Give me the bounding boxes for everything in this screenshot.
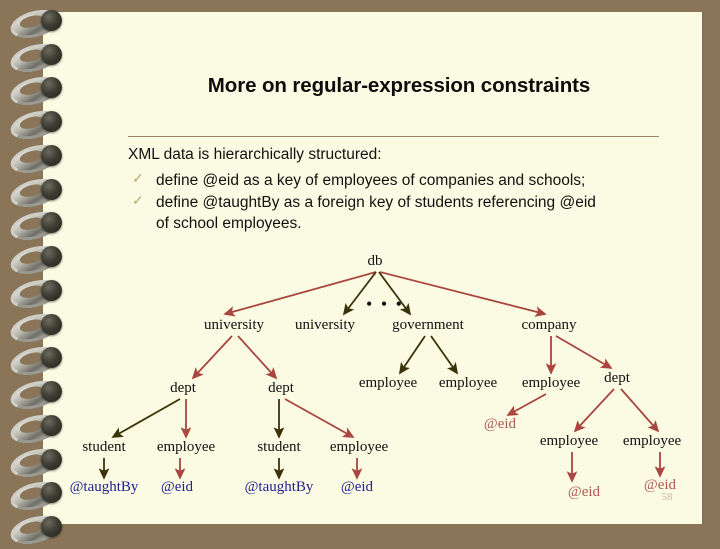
tree-edge-dept3-to-emp_d2: [620, 388, 660, 433]
tree-node-gov: government: [392, 317, 464, 333]
tree-edge-dept1-to-stu1: [111, 398, 181, 438]
tree-edge-dept2-to-emp_u2: [284, 398, 355, 438]
tree-node-emp_g1: employee: [359, 375, 418, 391]
tree-node-emp_u2: employee: [330, 439, 389, 455]
tree-node-eid_u2: @eid: [341, 479, 374, 495]
tree-node-uni2: university: [295, 317, 355, 333]
xml-tree-diagram: db university university government company d…: [70, 253, 682, 503]
tree-node-stu1: student: [82, 439, 126, 455]
tree-node-stu2: student: [257, 439, 301, 455]
tree-node-emp_c1: employee: [522, 375, 581, 391]
tree-edge-db-to-uni1: [223, 271, 377, 317]
tree-node-eid_u1: @eid: [161, 479, 194, 495]
tree-edge-uni1-to-dept1: [191, 335, 233, 380]
tree-node-tb2: @taughtBy: [245, 479, 314, 495]
tree-edge-dept3-to-emp_d1: [573, 388, 615, 433]
tree-edge-uni1-to-dept2: [237, 335, 278, 380]
tree-node-tb1: @taughtBy: [70, 479, 139, 495]
tree-edge-emp_c1-to-eid_gov: [506, 393, 547, 416]
tree-node-dept2: dept: [268, 380, 295, 396]
tree-node-emp_u1: employee: [157, 439, 216, 455]
tree-node-comp: company: [522, 317, 577, 333]
tree-edge-gov-to-emp_g1: [398, 335, 426, 375]
tree-node-emp_d1: employee: [540, 433, 599, 449]
tree-node-eid_gov: @eid: [484, 416, 517, 432]
tree-node-dept1: dept: [170, 380, 197, 396]
tree-edge-gov-to-emp_g2: [430, 335, 459, 375]
tree-node-emp_g2: employee: [439, 375, 498, 391]
tree-node-emp_d2: employee: [623, 433, 682, 449]
tree-edge-comp-to-dept3: [555, 335, 613, 369]
tree-node-dept3: dept: [604, 370, 631, 386]
page-number: 58: [662, 491, 674, 503]
tree-nodes: db university university government company d…: [70, 253, 682, 500]
tree-node-db: db: [368, 253, 383, 269]
tree-node-uni1: university: [204, 317, 264, 333]
tree-node-eid_d1: @eid: [568, 484, 601, 500]
ellipsis-label: • • •: [366, 294, 404, 314]
slide-root: More on regular-expression constraints X…: [0, 0, 720, 549]
